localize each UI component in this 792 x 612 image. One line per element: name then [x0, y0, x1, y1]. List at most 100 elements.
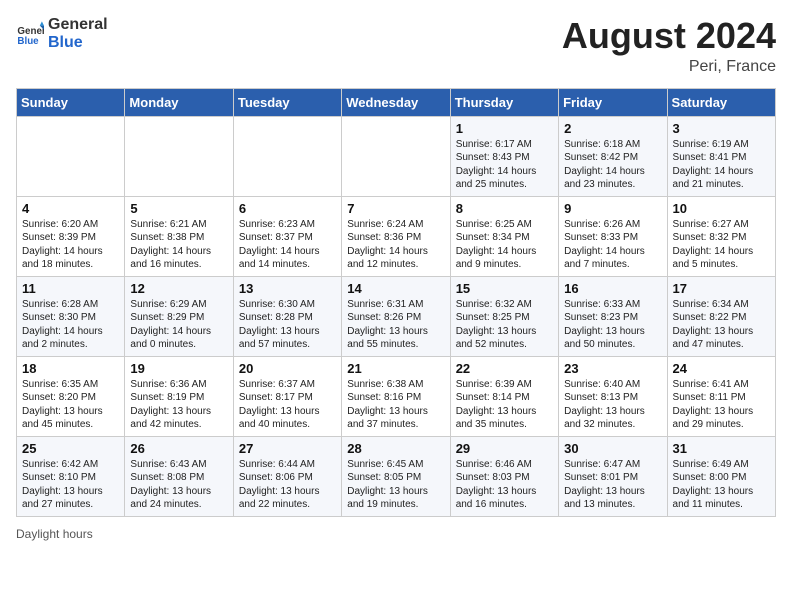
day-number: 6 [239, 201, 336, 216]
day-number: 8 [456, 201, 553, 216]
col-wednesday: Wednesday [342, 88, 450, 116]
day-info: Sunrise: 6:29 AM Sunset: 8:29 PM Dayligh… [130, 298, 227, 352]
day-number: 29 [456, 441, 553, 456]
table-row: 10 Sunrise: 6:27 AM Sunset: 8:32 PM Dayli… [667, 196, 775, 276]
day-number: 27 [239, 441, 336, 456]
table-row: 30 Sunrise: 6:47 AM Sunset: 8:01 PM Dayli… [559, 436, 667, 516]
svg-text:Blue: Blue [17, 35, 39, 46]
day-number: 31 [673, 441, 770, 456]
day-number: 12 [130, 281, 227, 296]
table-row: 21 Sunrise: 6:38 AM Sunset: 8:16 PM Dayli… [342, 356, 450, 436]
day-number: 18 [22, 361, 119, 376]
day-info: Sunrise: 6:38 AM Sunset: 8:16 PM Dayligh… [347, 378, 444, 432]
day-number: 28 [347, 441, 444, 456]
col-sunday: Sunday [17, 88, 125, 116]
calendar-table: Sunday Monday Tuesday Wednesday Thursday… [16, 88, 776, 517]
day-info: Sunrise: 6:28 AM Sunset: 8:30 PM Dayligh… [22, 298, 119, 352]
logo-blue: Blue [48, 34, 108, 52]
calendar-week-4: 18 Sunrise: 6:35 AM Sunset: 8:20 PM Dayli… [17, 356, 776, 436]
col-friday: Friday [559, 88, 667, 116]
day-info: Sunrise: 6:34 AM Sunset: 8:22 PM Dayligh… [673, 298, 770, 352]
calendar-week-1: 1Sunrise: 6:17 AM Sunset: 8:43 PM Daylig… [17, 116, 776, 196]
day-info: Sunrise: 6:41 AM Sunset: 8:11 PM Dayligh… [673, 378, 770, 432]
day-info: Sunrise: 6:21 AM Sunset: 8:38 PM Dayligh… [130, 218, 227, 272]
table-row: 28Sunrise: 6:45 AM Sunset: 8:05 PM Dayli… [342, 436, 450, 516]
day-number: 16 [564, 281, 661, 296]
table-row: 13 Sunrise: 6:30 AM Sunset: 8:28 PM Dayli… [233, 276, 341, 356]
table-row: 14Sunrise: 6:31 AM Sunset: 8:26 PM Dayli… [342, 276, 450, 356]
table-row [342, 116, 450, 196]
table-row: 15 Sunrise: 6:32 AM Sunset: 8:25 PM Dayli… [450, 276, 558, 356]
day-number: 22 [456, 361, 553, 376]
day-info: Sunrise: 6:23 AM Sunset: 8:37 PM Dayligh… [239, 218, 336, 272]
logo: General Blue General Blue [16, 16, 108, 51]
table-row: 29 Sunrise: 6:46 AM Sunset: 8:03 PM Dayli… [450, 436, 558, 516]
day-info: Sunrise: 6:46 AM Sunset: 8:03 PM Dayligh… [456, 458, 553, 512]
title-block: August 2024 Peri, France [562, 16, 776, 76]
day-info: Sunrise: 6:25 AM Sunset: 8:34 PM Dayligh… [456, 218, 553, 272]
table-row: 26Sunrise: 6:43 AM Sunset: 8:08 PM Dayli… [125, 436, 233, 516]
day-number: 21 [347, 361, 444, 376]
table-row: 12 Sunrise: 6:29 AM Sunset: 8:29 PM Dayli… [125, 276, 233, 356]
day-number: 20 [239, 361, 336, 376]
table-row: 5Sunrise: 6:21 AM Sunset: 8:38 PM Daylig… [125, 196, 233, 276]
day-number: 25 [22, 441, 119, 456]
day-info: Sunrise: 6:42 AM Sunset: 8:10 PM Dayligh… [22, 458, 119, 512]
table-row: 19 Sunrise: 6:36 AM Sunset: 8:19 PM Dayli… [125, 356, 233, 436]
day-info: Sunrise: 6:17 AM Sunset: 8:43 PM Dayligh… [456, 138, 553, 192]
day-info: Sunrise: 6:36 AM Sunset: 8:19 PM Dayligh… [130, 378, 227, 432]
day-number: 10 [673, 201, 770, 216]
table-row: 1Sunrise: 6:17 AM Sunset: 8:43 PM Daylig… [450, 116, 558, 196]
day-info: Sunrise: 6:35 AM Sunset: 8:20 PM Dayligh… [22, 378, 119, 432]
col-tuesday: Tuesday [233, 88, 341, 116]
day-number: 14 [347, 281, 444, 296]
day-info: Sunrise: 6:49 AM Sunset: 8:00 PM Dayligh… [673, 458, 770, 512]
day-info: Sunrise: 6:30 AM Sunset: 8:28 PM Dayligh… [239, 298, 336, 352]
logo-general: General [48, 16, 108, 34]
calendar-week-5: 25 Sunrise: 6:42 AM Sunset: 8:10 PM Dayli… [17, 436, 776, 516]
table-row: 7 Sunrise: 6:24 AM Sunset: 8:36 PM Daylig… [342, 196, 450, 276]
day-info: Sunrise: 6:39 AM Sunset: 8:14 PM Dayligh… [456, 378, 553, 432]
table-row: 17 Sunrise: 6:34 AM Sunset: 8:22 PM Dayli… [667, 276, 775, 356]
table-row: 3Sunrise: 6:19 AM Sunset: 8:41 PM Daylig… [667, 116, 775, 196]
day-info: Sunrise: 6:47 AM Sunset: 8:01 PM Dayligh… [564, 458, 661, 512]
day-info: Sunrise: 6:24 AM Sunset: 8:36 PM Dayligh… [347, 218, 444, 272]
day-number: 7 [347, 201, 444, 216]
table-row: 16Sunrise: 6:33 AM Sunset: 8:23 PM Dayli… [559, 276, 667, 356]
col-saturday: Saturday [667, 88, 775, 116]
day-info: Sunrise: 6:32 AM Sunset: 8:25 PM Dayligh… [456, 298, 553, 352]
page-header: General Blue General Blue August 2024 Pe… [16, 16, 776, 76]
day-number: 17 [673, 281, 770, 296]
col-thursday: Thursday [450, 88, 558, 116]
calendar-week-2: 4Sunrise: 6:20 AM Sunset: 8:39 PM Daylig… [17, 196, 776, 276]
calendar-header-row: Sunday Monday Tuesday Wednesday Thursday… [17, 88, 776, 116]
table-row: 25 Sunrise: 6:42 AM Sunset: 8:10 PM Dayli… [17, 436, 125, 516]
day-number: 26 [130, 441, 227, 456]
day-number: 2 [564, 121, 661, 136]
table-row: 2 Sunrise: 6:18 AM Sunset: 8:42 PM Daylig… [559, 116, 667, 196]
day-info: Sunrise: 6:27 AM Sunset: 8:32 PM Dayligh… [673, 218, 770, 272]
day-number: 30 [564, 441, 661, 456]
daylight-label: Daylight hours [16, 527, 93, 541]
day-info: Sunrise: 6:20 AM Sunset: 8:39 PM Dayligh… [22, 218, 119, 272]
table-row: 23Sunrise: 6:40 AM Sunset: 8:13 PM Dayli… [559, 356, 667, 436]
day-info: Sunrise: 6:18 AM Sunset: 8:42 PM Dayligh… [564, 138, 661, 192]
day-info: Sunrise: 6:19 AM Sunset: 8:41 PM Dayligh… [673, 138, 770, 192]
table-row: 20 Sunrise: 6:37 AM Sunset: 8:17 PM Dayli… [233, 356, 341, 436]
day-number: 15 [456, 281, 553, 296]
table-row: 18 Sunrise: 6:35 AM Sunset: 8:20 PM Dayli… [17, 356, 125, 436]
day-number: 19 [130, 361, 227, 376]
calendar-footer: Daylight hours [16, 527, 776, 541]
day-number: 9 [564, 201, 661, 216]
day-number: 23 [564, 361, 661, 376]
table-row: 31 Sunrise: 6:49 AM Sunset: 8:00 PM Dayli… [667, 436, 775, 516]
month-year-title: August 2024 [562, 16, 776, 56]
table-row [125, 116, 233, 196]
calendar-week-3: 11Sunrise: 6:28 AM Sunset: 8:30 PM Dayli… [17, 276, 776, 356]
day-info: Sunrise: 6:26 AM Sunset: 8:33 PM Dayligh… [564, 218, 661, 272]
table-row: 4Sunrise: 6:20 AM Sunset: 8:39 PM Daylig… [17, 196, 125, 276]
table-row: 9 Sunrise: 6:26 AM Sunset: 8:33 PM Daylig… [559, 196, 667, 276]
table-row: 6 Sunrise: 6:23 AM Sunset: 8:37 PM Daylig… [233, 196, 341, 276]
day-info: Sunrise: 6:37 AM Sunset: 8:17 PM Dayligh… [239, 378, 336, 432]
day-number: 13 [239, 281, 336, 296]
